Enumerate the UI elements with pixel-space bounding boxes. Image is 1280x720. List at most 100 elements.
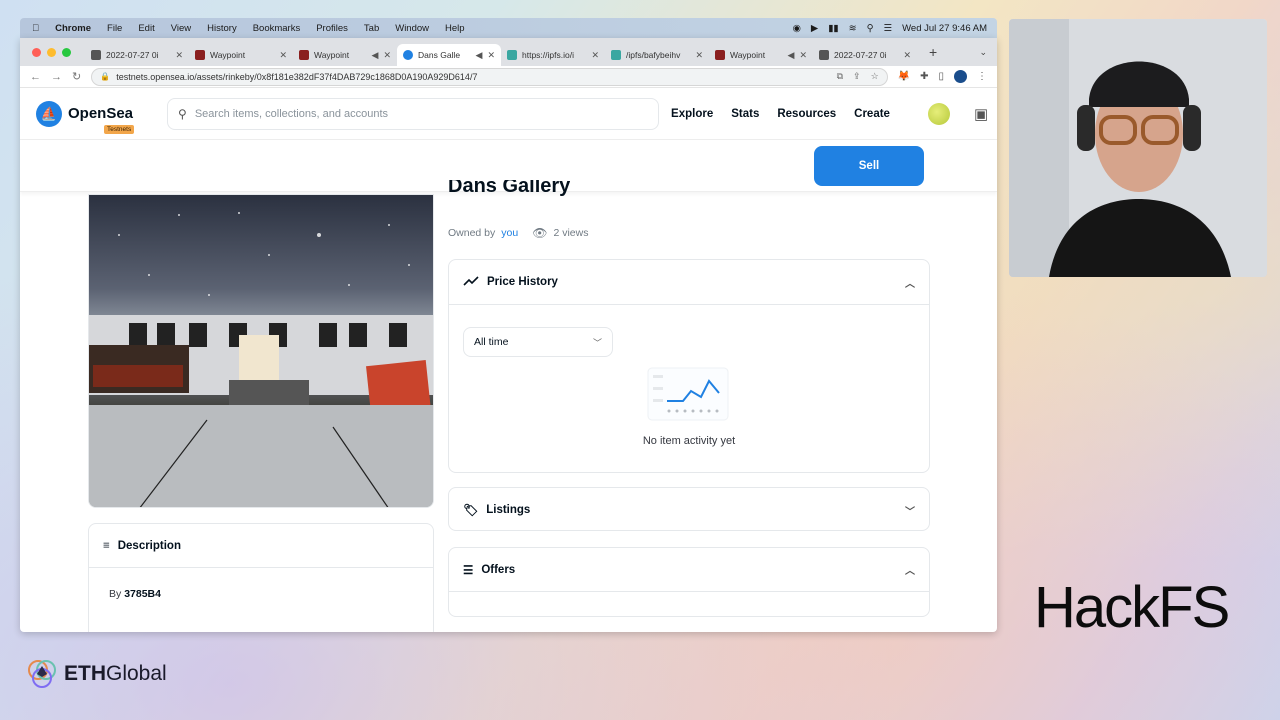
spotlight-search-icon[interactable]: ⚲ bbox=[867, 23, 874, 34]
close-tab-icon[interactable]: ✕ bbox=[175, 50, 183, 61]
tab-label: 2022-07-27 0i bbox=[106, 50, 159, 60]
chevron-up-icon[interactable]: ︿ bbox=[905, 275, 915, 290]
minimize-window-button[interactable] bbox=[47, 47, 56, 57]
search-input[interactable]: ⚲ Search items, collections, and account… bbox=[167, 97, 660, 130]
browser-tab[interactable]: https://ipfs.io/i ✕ bbox=[501, 44, 605, 66]
no-activity-text: No item activity yet bbox=[642, 435, 736, 447]
ethglobal-mark-icon bbox=[28, 660, 56, 688]
browser-tab[interactable]: Waypoint ◀ ✕ bbox=[293, 44, 397, 66]
browser-window: 2022-07-27 0i ✕ Waypoint ✕ Waypoint ◀ ✕ Dans… bbox=[20, 38, 997, 632]
text-lines-icon: ≡ bbox=[103, 539, 110, 552]
chevron-up-icon[interactable]: ︿ bbox=[905, 562, 915, 577]
close-tab-icon[interactable]: ✕ bbox=[487, 50, 495, 61]
close-window-button[interactable] bbox=[32, 47, 41, 57]
menubar-datetime[interactable]: Wed Jul 27 9:46 AM bbox=[902, 23, 987, 34]
menu-file[interactable]: File bbox=[107, 23, 122, 34]
mute-tab-icon[interactable]: ◀ bbox=[476, 50, 483, 61]
browser-tab[interactable]: Waypoint ✕ bbox=[189, 44, 293, 66]
sell-button[interactable]: Sell bbox=[814, 146, 924, 186]
menubar-app[interactable]: Chrome bbox=[55, 23, 91, 34]
control-center-icon[interactable]: ☰ bbox=[884, 23, 893, 34]
play-icon[interactable]: ▶ bbox=[811, 23, 818, 34]
description-panel: ≡ Description By 3785B4 bbox=[88, 523, 434, 632]
search-icon: ⚲ bbox=[178, 106, 187, 121]
close-tab-icon[interactable]: ✕ bbox=[591, 50, 599, 61]
close-tab-icon[interactable]: ✕ bbox=[383, 50, 391, 61]
nav-create[interactable]: Create bbox=[854, 108, 890, 120]
ethglobal-eth: ETH bbox=[64, 662, 106, 685]
owner-row: Owned by you 👁 2 views bbox=[448, 226, 588, 240]
bookmark-star-icon[interactable]: ☆ bbox=[871, 71, 879, 82]
nav-stats[interactable]: Stats bbox=[731, 108, 759, 120]
close-tab-icon[interactable]: ✕ bbox=[799, 50, 807, 61]
chevron-down-icon[interactable]: ﹀ bbox=[905, 503, 915, 518]
share-icon[interactable]: ⇪ bbox=[853, 71, 861, 82]
nav-explore[interactable]: Explore bbox=[671, 108, 713, 120]
owner-link[interactable]: you bbox=[501, 227, 518, 239]
back-icon[interactable]: ← bbox=[30, 71, 41, 83]
browser-tab[interactable]: 2022-07-27 0i ✕ bbox=[813, 44, 917, 66]
mute-tab-icon[interactable]: ◀ bbox=[788, 50, 795, 61]
tab-favicon bbox=[403, 50, 413, 60]
nft-image[interactable] bbox=[88, 194, 434, 508]
browser-tab[interactable]: /ipfs/bafybeihv ✕ bbox=[605, 44, 709, 66]
close-tab-icon[interactable]: ✕ bbox=[903, 50, 911, 61]
extensions-puzzle-icon[interactable]: ✚ bbox=[920, 71, 928, 82]
url-text: testnets.opensea.io/assets/rinkeby/0x8f1… bbox=[116, 71, 478, 82]
menu-profiles[interactable]: Profiles bbox=[316, 23, 348, 34]
description-header[interactable]: ≡ Description bbox=[89, 524, 433, 568]
metamask-extension-icon[interactable]: 🦊 bbox=[898, 71, 910, 82]
listings-header[interactable]: 🏷 Listings ﹀ bbox=[449, 488, 929, 532]
apple-icon[interactable]:  bbox=[32, 23, 39, 34]
empty-chart-icon bbox=[647, 367, 729, 421]
status-icon[interactable]: ◉ bbox=[793, 23, 801, 34]
tab-favicon bbox=[507, 50, 517, 60]
browser-tab-active[interactable]: Dans Galle ◀ ✕ bbox=[397, 44, 501, 66]
presenter-image bbox=[1009, 19, 1267, 277]
close-tab-icon[interactable]: ✕ bbox=[279, 50, 287, 61]
url-input[interactable]: 🔒 testnets.opensea.io/assets/rinkeby/0x8… bbox=[91, 67, 888, 86]
price-history-body: All time ﹀ No item activity yet bbox=[449, 304, 929, 473]
menu-help[interactable]: Help bbox=[445, 23, 465, 34]
creator-link[interactable]: 3785B4 bbox=[124, 588, 161, 600]
event-title: HackFS bbox=[1034, 575, 1230, 640]
listings-panel[interactable]: 🏷 Listings ﹀ bbox=[448, 487, 930, 531]
lock-icon[interactable]: 🔒 bbox=[100, 72, 110, 81]
sidebar-icon[interactable]: ▯ bbox=[938, 71, 944, 82]
testnets-badge: Testnets bbox=[104, 124, 135, 134]
avatar[interactable] bbox=[927, 102, 950, 125]
browser-tab[interactable]: Waypoint ◀ ✕ bbox=[709, 44, 813, 66]
chevron-down-icon: ﹀ bbox=[592, 337, 602, 348]
eye-icon: 👁 bbox=[532, 226, 548, 240]
battery-icon[interactable]: ▮▮ bbox=[828, 23, 838, 34]
more-menu-icon[interactable]: ⋮ bbox=[977, 71, 987, 82]
profile-icon[interactable] bbox=[954, 70, 967, 83]
close-tab-icon[interactable]: ✕ bbox=[695, 50, 703, 61]
tag-icon: 🏷 bbox=[463, 503, 479, 517]
menu-view[interactable]: View bbox=[171, 23, 191, 34]
wallet-icon[interactable]: ▣ bbox=[974, 105, 988, 123]
forward-icon[interactable]: → bbox=[51, 71, 62, 83]
opensea-header: ⛵ OpenSea Testnets ⚲ Search items, colle… bbox=[20, 88, 997, 140]
price-history-header[interactable]: Price History ︿ bbox=[449, 260, 929, 304]
menu-bookmarks[interactable]: Bookmarks bbox=[253, 23, 301, 34]
mute-tab-icon[interactable]: ◀ bbox=[372, 50, 379, 61]
new-tab-button[interactable]: + bbox=[929, 44, 937, 60]
menu-tab[interactable]: Tab bbox=[364, 23, 379, 34]
browser-tab[interactable]: 2022-07-27 0i ✕ bbox=[85, 44, 189, 66]
offers-panel: ☰ Offers ︿ bbox=[448, 547, 930, 617]
listings-title: Listings bbox=[486, 504, 531, 516]
nav-resources[interactable]: Resources bbox=[777, 108, 836, 120]
menu-window[interactable]: Window bbox=[395, 23, 429, 34]
time-range-select[interactable]: All time ﹀ bbox=[463, 327, 613, 357]
menu-edit[interactable]: Edit bbox=[138, 23, 154, 34]
zoom-window-button[interactable] bbox=[62, 47, 71, 57]
tab-label: Dans Galle bbox=[418, 50, 461, 60]
blocked-popup-icon[interactable]: ⧉ bbox=[837, 71, 843, 82]
reload-icon[interactable]: ↻ bbox=[72, 70, 81, 83]
opensea-logo[interactable]: ⛵ OpenSea Testnets bbox=[36, 100, 135, 134]
tab-search-chevron-icon[interactable]: ⌄ bbox=[979, 47, 987, 58]
offers-header[interactable]: ☰ Offers ︿ bbox=[449, 548, 929, 592]
menu-history[interactable]: History bbox=[207, 23, 237, 34]
wifi-icon[interactable]: ≋ bbox=[849, 23, 857, 34]
